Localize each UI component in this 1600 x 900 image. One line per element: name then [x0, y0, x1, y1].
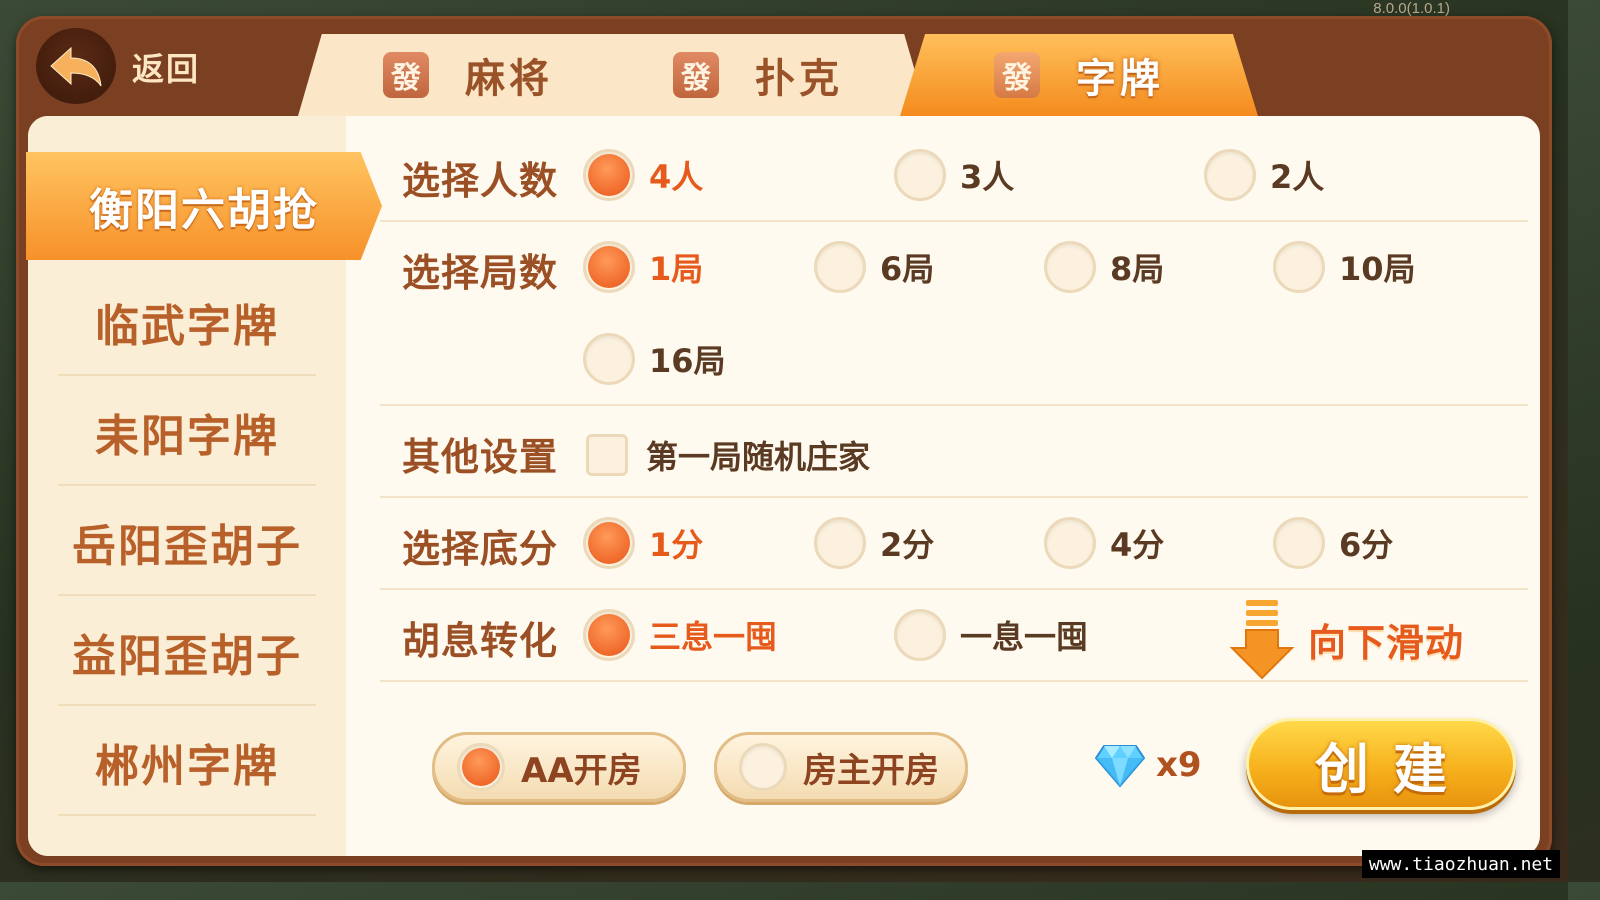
option-label: 三息一囤 — [649, 618, 778, 656]
row-divider — [380, 496, 1528, 498]
row-divider — [380, 404, 1528, 406]
sidebar-item-leiyang[interactable]: 耒阳字牌 — [28, 378, 346, 486]
watermark: www.tiaozhuan.net — [1362, 850, 1560, 878]
radio-button[interactable] — [1273, 241, 1325, 293]
option-label: 1分 — [649, 526, 704, 564]
diamond-cost: x9 — [1156, 745, 1202, 785]
fa-tile-icon: 發 — [994, 52, 1040, 98]
rounds-label: 选择局数 — [402, 251, 559, 295]
base-score-label: 选择底分 — [402, 527, 559, 571]
option-label: 4分 — [1110, 526, 1165, 564]
option-rounds-6[interactable]: 6局 — [814, 241, 934, 293]
radio-button[interactable] — [1273, 517, 1325, 569]
option-label: 8局 — [1110, 250, 1165, 288]
tab-label: 麻将 — [465, 56, 553, 102]
tab-zipai[interactable]: 發 字牌 — [900, 34, 1258, 116]
back-button[interactable] — [36, 28, 116, 104]
option-players-3[interactable]: 3人 — [894, 149, 1014, 201]
tab-mahjong[interactable]: 發 麻将 — [298, 34, 638, 116]
conversion-label: 胡息转化 — [402, 619, 559, 663]
option-label: 16局 — [649, 342, 726, 380]
option-rounds-8[interactable]: 8局 — [1044, 241, 1164, 293]
radio-button[interactable] — [1204, 149, 1256, 201]
game-category-tabs: 發 麻将 發 扑克 發 字牌 — [280, 34, 1290, 116]
option-players-2[interactable]: 2人 — [1204, 149, 1324, 201]
fa-tile-icon: 發 — [383, 52, 429, 98]
radio-button[interactable] — [457, 743, 505, 791]
option-players-4[interactable]: 4人 — [583, 149, 703, 201]
sidebar-item-hengyang[interactable]: 衡阳六胡抢 — [26, 152, 382, 260]
option-rounds-16[interactable]: 16局 — [583, 333, 726, 385]
option-label: 2分 — [880, 526, 935, 564]
option-rounds-1[interactable]: 1局 — [583, 241, 703, 293]
tab-poker[interactable]: 發 扑克 — [588, 34, 928, 116]
checkbox-label: 第一局随机庄家 — [646, 438, 871, 476]
option-score-6[interactable]: 6分 — [1273, 517, 1393, 569]
radio-button[interactable] — [583, 241, 635, 293]
aa-room-button[interactable]: AA开房 — [432, 732, 686, 802]
radio-button[interactable] — [583, 333, 635, 385]
option-label: 10局 — [1339, 250, 1416, 288]
aa-room-label: AA开房 — [521, 750, 642, 791]
host-room-button[interactable]: 房主开房 — [714, 732, 968, 802]
row-divider — [380, 680, 1528, 682]
option-label: 1局 — [649, 250, 704, 288]
option-rounds-10[interactable]: 10局 — [1273, 241, 1416, 293]
sidebar-item-chenzhou[interactable]: 郴州字牌 — [28, 708, 346, 816]
sidebar-item-linwu[interactable]: 临武字牌 — [28, 268, 346, 376]
checkbox[interactable] — [586, 434, 628, 476]
tab-label: 字牌 — [1076, 56, 1164, 102]
row-divider — [380, 220, 1528, 222]
option-conversion-three[interactable]: 三息一囤 — [583, 609, 777, 661]
radio-button[interactable] — [583, 517, 635, 569]
option-score-2[interactable]: 2分 — [814, 517, 934, 569]
scroll-down-hint: 向下滑动 — [1230, 598, 1464, 680]
fa-tile-icon: 發 — [673, 52, 719, 98]
sidebar-item-yueyang[interactable]: 岳阳歪胡子 — [28, 488, 346, 596]
back-label[interactable]: 返回 — [132, 44, 200, 90]
version-label: 8.0.0(1.0.1) — [1373, 0, 1450, 17]
scroll-hint-text: 向下滑动 — [1308, 620, 1465, 665]
radio-button[interactable] — [583, 609, 635, 661]
back-arrow-icon — [50, 46, 102, 87]
scroll-down-arrow-icon — [1230, 600, 1294, 680]
game-list-sidebar: 衡阳六胡抢 临武字牌 耒阳字牌 岳阳歪胡子 益阳歪胡子 郴州字牌 — [26, 116, 382, 856]
option-score-1[interactable]: 1分 — [583, 517, 703, 569]
option-random-dealer[interactable]: 第一局随机庄家 — [586, 432, 870, 478]
option-label: 6局 — [880, 250, 935, 288]
host-room-label: 房主开房 — [803, 750, 939, 791]
option-label: 3人 — [960, 158, 1015, 196]
radio-button[interactable] — [739, 743, 787, 791]
option-label: 6分 — [1339, 526, 1394, 564]
radio-button[interactable] — [894, 609, 946, 661]
option-label: 一息一囤 — [960, 618, 1089, 656]
row-divider — [380, 588, 1528, 590]
option-label: 2人 — [1270, 158, 1325, 196]
option-label: 4人 — [649, 158, 704, 196]
radio-button[interactable] — [814, 517, 866, 569]
sidebar-item-yiyang[interactable]: 益阳歪胡子 — [28, 598, 346, 706]
radio-button[interactable] — [1044, 517, 1096, 569]
create-room-button[interactable]: 创建 — [1246, 718, 1516, 810]
radio-button[interactable] — [814, 241, 866, 293]
radio-button[interactable] — [583, 149, 635, 201]
diamond-icon — [1094, 745, 1146, 788]
radio-button[interactable] — [1044, 241, 1096, 293]
create-label: 创建 — [1315, 737, 1471, 801]
other-settings-label: 其他设置 — [402, 435, 559, 479]
players-label: 选择人数 — [402, 159, 559, 203]
radio-button[interactable] — [894, 149, 946, 201]
option-score-4[interactable]: 4分 — [1044, 517, 1164, 569]
tab-label: 扑克 — [755, 56, 843, 102]
option-conversion-one[interactable]: 一息一囤 — [894, 609, 1088, 661]
